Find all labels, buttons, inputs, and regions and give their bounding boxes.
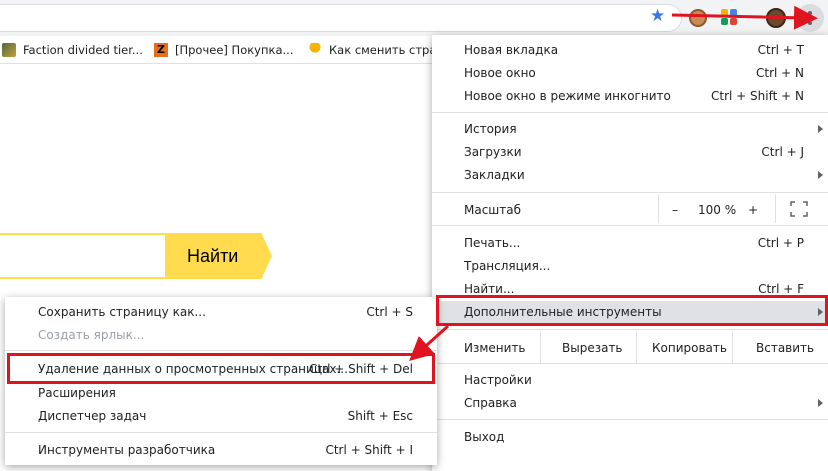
- arrow-to-menu-button: [671, 5, 818, 30]
- arrow-to-submenu: [409, 324, 450, 362]
- annotation-arrows: [409, 5, 818, 362]
